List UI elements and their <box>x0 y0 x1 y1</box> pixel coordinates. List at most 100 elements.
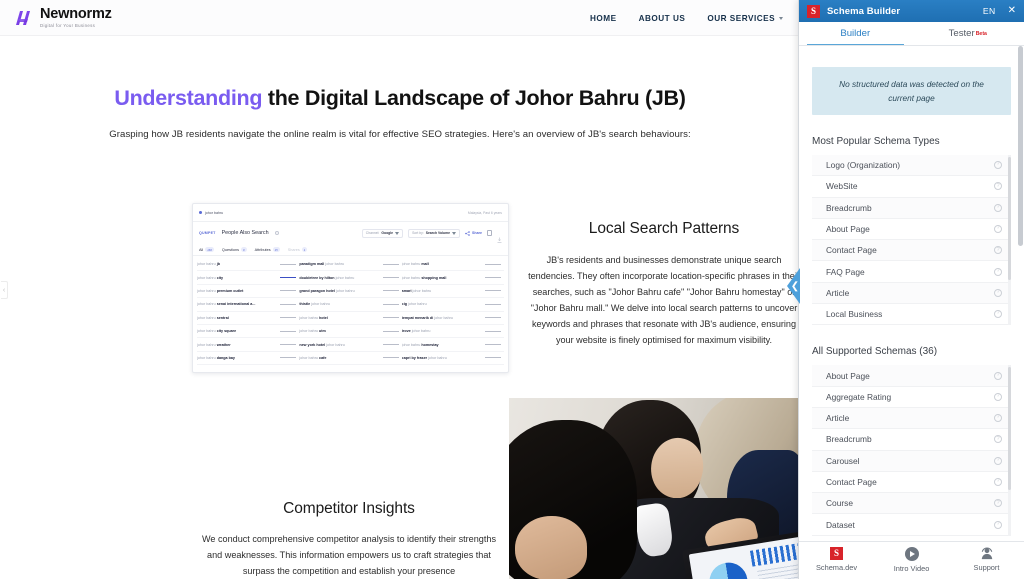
table-row[interactable]: johor bahru weather <box>197 338 300 352</box>
list-scroll-thumb[interactable] <box>1008 367 1011 491</box>
schema-label: Contact Page <box>826 245 877 256</box>
close-icon[interactable]: ✕ <box>1008 6 1016 16</box>
help-icon[interactable]: ? <box>994 267 1002 276</box>
list-scroll-thumb[interactable] <box>1008 157 1011 280</box>
table-row[interactable]: new york hotel johor bahru <box>299 338 402 352</box>
help-icon[interactable]: ? <box>994 182 1002 191</box>
table-row[interactable]: amari johor bahru <box>401 285 504 299</box>
table-row[interactable]: johor bahru city <box>197 271 300 285</box>
schema-label: Course <box>826 498 853 509</box>
help-icon[interactable]: ? <box>994 288 1002 297</box>
chevron-down-icon <box>452 231 456 235</box>
table-row[interactable]: grand paragon hotel johor bahru <box>299 285 402 299</box>
share-button[interactable]: Share <box>465 230 482 236</box>
schema-row-website[interactable]: WebSite? <box>812 176 1011 198</box>
kw-tab-shares[interactable]: Shares 1 <box>288 247 308 252</box>
table-row[interactable]: johor bahru mall <box>401 258 504 272</box>
help-icon[interactable]: ? <box>994 310 1002 319</box>
keyword-text: johor bahru sentral <box>197 315 229 320</box>
kw-tab-all[interactable]: All 160 <box>199 247 214 252</box>
help-icon[interactable]: ? <box>994 371 1002 380</box>
table-row[interactable]: johor bahru hotel <box>299 312 402 325</box>
sort-filter[interactable]: Sort by: Search Volume <box>408 228 460 238</box>
table-row[interactable]: cig johor bahru <box>401 298 504 312</box>
schema-row-logo-organization[interactable]: Logo (Organization)? <box>812 155 1011 177</box>
footer-support[interactable]: Support <box>957 547 1017 572</box>
schema-row-faq-page[interactable]: FAQ Page? <box>812 261 1011 283</box>
schema-row-breadcrumb[interactable]: Breadcrumb? <box>812 429 1011 451</box>
all-schema-list[interactable]: About Page? Aggregate Rating? Article? Brea… <box>812 365 1011 536</box>
help-icon[interactable]: ? <box>994 225 1002 234</box>
schema-row-article[interactable]: Article? <box>812 282 1011 305</box>
kw-tab-questions[interactable]: Questions 9 <box>222 247 247 252</box>
nav-label: HOME <box>590 13 617 23</box>
schema-row-course[interactable]: Course? <box>812 493 1011 515</box>
schema-row-breadcrumb[interactable]: Breadcrumb? <box>812 197 1011 219</box>
table-row[interactable]: doubletree by hilton johor bahru <box>299 271 402 285</box>
footer-intro-video[interactable]: Intro Video <box>882 546 942 573</box>
site-logo[interactable]: Newnormz Digital for Your Business <box>14 7 112 28</box>
help-icon[interactable]: ? <box>994 246 1002 255</box>
schema-row-carousel[interactable]: Carousel? <box>812 450 1011 472</box>
schema-row-about-page[interactable]: About Page? <box>812 219 1011 241</box>
tab-builder[interactable]: Builder <box>799 22 912 45</box>
trend-sparkline <box>382 317 399 319</box>
keyword-text: paradigm mall johor bahru <box>299 262 345 267</box>
table-row[interactable]: johor bahru cafe <box>299 352 402 366</box>
keyword-text: johor bahru senai international a... <box>197 302 256 307</box>
nav-item-our-services[interactable]: OUR SERVICES <box>707 14 784 23</box>
help-icon[interactable]: ? <box>994 499 1002 508</box>
schema-row-aggregate-rating[interactable]: Aggregate Rating? <box>812 387 1011 408</box>
help-icon[interactable]: ? <box>994 520 1002 529</box>
channel-filter[interactable]: Channel: Google <box>361 228 404 238</box>
table-row[interactable]: paradigm mall johor bahru <box>299 258 402 272</box>
footer-label: Intro Video <box>893 563 930 573</box>
table-row[interactable]: johor bahru danga bay <box>197 352 300 366</box>
table-row[interactable]: johor bahru premium outlet <box>197 285 300 299</box>
popular-schema-list[interactable]: Logo (Organization)? WebSite? Breadcrumb? A… <box>812 155 1011 326</box>
trend-sparkline <box>382 330 399 332</box>
trend-sparkline <box>484 317 501 319</box>
schema-label: About Page <box>826 370 870 381</box>
panel-scrollbar-thumb[interactable] <box>1018 46 1023 246</box>
table-row[interactable]: johor bahru utm <box>299 325 402 339</box>
table-row[interactable]: johor bahru homestay <box>401 338 504 352</box>
nav-item-home[interactable]: HOME <box>590 14 617 23</box>
help-icon[interactable]: ? <box>994 414 1002 423</box>
table-row[interactable]: johor bahru senai international a... <box>197 298 300 312</box>
table-row[interactable]: johor bahru shopping mall <box>401 271 504 285</box>
keyword-text: johor bahru jb <box>197 262 220 267</box>
help-icon[interactable]: ? <box>994 203 1002 212</box>
download-icon[interactable] <box>497 230 502 243</box>
help-icon[interactable]: ? <box>994 392 1002 401</box>
table-row[interactable]: johor bahru city square <box>197 325 300 339</box>
schema-row-local-business[interactable]: Local Business? <box>812 304 1011 326</box>
schema-row-contact-page[interactable]: Contact Page? <box>812 472 1011 494</box>
table-row[interactable]: trove johor bahru <box>401 325 504 339</box>
hero-subtitle: Grasping how JB residents navigate the o… <box>109 129 691 140</box>
export-file-icon[interactable] <box>487 230 492 236</box>
schema-row-contact-page[interactable]: Contact Page? <box>812 240 1011 262</box>
kw-tab-attributes[interactable]: Attributes 15 <box>255 247 280 252</box>
schema-row-about-page[interactable]: About Page? <box>812 365 1011 387</box>
help-icon[interactable]: ? <box>994 161 1002 170</box>
site-logo-name: Newnormz <box>40 6 112 23</box>
table-row[interactable]: capri by fraser johor bahru <box>401 352 504 366</box>
table-row[interactable]: johor bahru sentral <box>197 312 300 325</box>
help-icon[interactable]: ? <box>994 456 1002 465</box>
page-left-collapse-arrow[interactable]: ‹ <box>1 281 8 299</box>
schema-row-dataset[interactable]: Dataset? <box>812 514 1011 536</box>
help-icon[interactable]: ? <box>994 435 1002 444</box>
footer-schema-dev[interactable]: S Schema.dev <box>807 547 867 572</box>
tab-tester[interactable]: Tester Beta <box>912 22 1024 45</box>
table-row[interactable]: tempat menarik di johor bahru <box>401 312 504 325</box>
nav-item-about-us[interactable]: ABOUT US <box>639 14 686 23</box>
language-selector[interactable]: EN <box>983 6 996 16</box>
table-row[interactable]: thistle johor bahru <box>299 298 402 312</box>
help-icon[interactable]: ? <box>994 478 1002 486</box>
trend-sparkline <box>382 357 399 359</box>
schema-row-article[interactable]: Article? <box>812 407 1011 430</box>
kw-tab-count: 160 <box>205 247 214 252</box>
table-row[interactable]: johor bahru jb <box>197 258 300 272</box>
keyword-text: johor bahru cafe <box>299 355 327 360</box>
